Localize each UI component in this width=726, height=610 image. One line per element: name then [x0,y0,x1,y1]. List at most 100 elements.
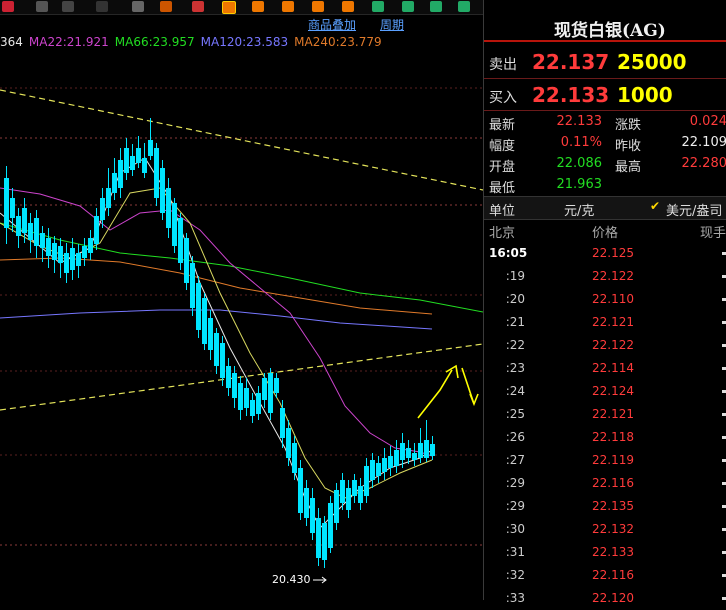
candle-body [256,393,261,414]
high-value: 22.280 [681,156,726,171]
tool-icon[interactable] [2,1,14,12]
panel-title: 现货白银(AG) [554,21,666,41]
ma-legend-item: MA66:23.957 [114,35,195,49]
ma-line [0,309,433,330]
tool-icon[interactable] [372,1,384,12]
prev-close-label: 昨收 [615,139,642,154]
candle-body [82,246,87,258]
tick-time: :29 [505,476,525,490]
tool-icon[interactable] [458,1,470,12]
candle-body [352,480,357,496]
tick-time: 16:05 [489,246,528,260]
tick-price: 22.124 [592,384,634,398]
candle-body [418,443,423,458]
tick-row: :33 22.120 [484,588,726,610]
candle-body [226,366,231,388]
ma-legend-item: 364 [0,35,23,49]
low-value: 21.963 [556,177,603,192]
tick-time: :26 [505,430,525,444]
candle-body [184,238,189,283]
candle-body [292,443,297,473]
tool-icon[interactable] [402,1,414,12]
tool-icon[interactable] [36,1,48,12]
change-label: 涨跌 [615,118,642,133]
candle-body [58,246,63,263]
amplitude-label: 幅度 [489,139,516,154]
tool-icon[interactable] [430,1,442,12]
tick-row: :20 22.110 [484,289,726,311]
tick-price: 22.119 [592,453,634,467]
candle-body [130,156,135,170]
candle-body [388,456,393,468]
candle-body [64,253,69,273]
candle-body [40,233,45,248]
period-link[interactable]: 周期 [380,16,404,33]
stat-row: 开盘 22.086 最高 22.280 [484,154,726,175]
tick-time: :23 [505,361,525,375]
tick-price: 22.110 [592,292,634,306]
candle-body [238,383,243,410]
tool-icon[interactable] [160,1,172,12]
tick-header: 北京 价格 现手 [484,219,726,241]
tool-icon[interactable] [222,1,236,14]
candle-body [262,378,267,400]
candle-body [10,198,15,218]
tick-price: 22.116 [592,568,634,582]
unit-alt[interactable]: 美元/盎司 [666,200,722,219]
candle-body [382,458,387,472]
tick-price: 22.120 [592,591,634,605]
tool-icon[interactable] [282,1,294,12]
ma-legend-item: MA22:21.921 [28,35,109,49]
buy-row: 买入 22.133 1000 [484,80,726,110]
tick-price: 22.121 [592,315,634,329]
candle-body [142,158,147,173]
candle-body [76,253,81,266]
tick-time: :19 [505,269,525,283]
tick-time: :29 [505,499,525,513]
candle-body [28,223,33,240]
open-label: 开盘 [489,160,516,175]
candle-body [166,188,171,228]
tick-row: :29 22.135 [484,496,726,518]
tick-volume-mark [722,551,726,554]
overlay-link[interactable]: 商品叠加 [308,16,356,33]
candle-body [190,263,195,308]
candle-body [112,173,117,193]
tool-icon[interactable] [342,1,354,12]
tick-time: :24 [505,384,525,398]
tick-header-volume: 现手 [700,226,726,241]
latest-label: 最新 [489,118,516,133]
quote-panel: 现货白银(AG) 卖出 22.137 25000 买入 22.133 1000 … [483,0,726,605]
candlestick-chart[interactable]: 20.430 [0,48,483,600]
tool-icon[interactable] [312,1,324,12]
tool-icon[interactable] [192,1,204,12]
tick-row: :29 22.116 [484,473,726,495]
tool-icon[interactable] [96,1,108,12]
ma-line [0,187,433,457]
low-label: 最低 [489,181,516,196]
candle-body [172,203,177,246]
candle-body [334,490,339,523]
candle-body [70,248,75,270]
tick-header-time: 北京 [489,226,516,241]
tool-icon[interactable] [62,1,74,12]
amplitude-value: 0.11% [560,135,602,150]
unit-value[interactable]: 元/克 [564,200,594,219]
candle-body [406,448,411,458]
tick-time: :33 [505,591,525,605]
tool-icon[interactable] [252,1,264,12]
check-icon: ✔ [650,199,661,213]
candle-body [250,400,255,416]
candle-body [340,480,345,503]
tick-row: :24 22.124 [484,381,726,403]
arrow-head-icon [469,393,479,407]
tick-time: :27 [505,453,525,467]
candle-body [232,373,237,398]
candle-body [118,160,123,188]
candle-body [178,218,183,263]
tool-icon[interactable] [132,1,144,12]
tick-price: 22.116 [592,476,634,490]
candle-body [52,243,57,260]
candle-body [412,453,417,460]
tick-volume-mark [722,436,726,439]
